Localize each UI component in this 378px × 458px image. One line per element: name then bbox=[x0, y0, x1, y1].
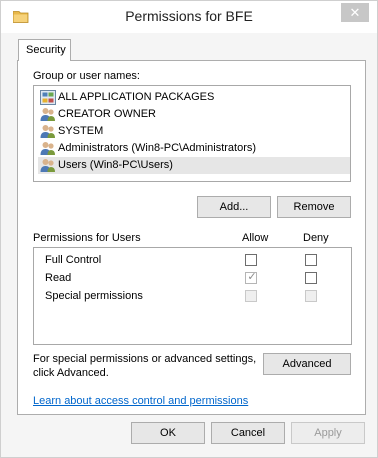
cancel-button[interactable]: Cancel bbox=[211, 422, 285, 444]
users-icon bbox=[40, 142, 55, 155]
list-item-label: CREATOR OWNER bbox=[58, 108, 156, 120]
deny-full-control-checkbox[interactable] bbox=[305, 254, 317, 266]
list-item-label: SYSTEM bbox=[58, 125, 104, 137]
users-icon bbox=[40, 108, 55, 121]
allow-special-permissions-checkbox bbox=[245, 290, 257, 302]
advanced-button[interactable]: Advanced bbox=[263, 353, 351, 375]
group-label: Group or user names: bbox=[33, 70, 140, 82]
packages-icon bbox=[40, 90, 56, 105]
list-item-all-application-packages[interactable]: ALL APPLICATION PACKAGES bbox=[38, 89, 350, 106]
users-icon bbox=[40, 159, 55, 172]
apply-button[interactable]: Apply bbox=[291, 422, 365, 444]
permissions-label: Permissions for Users bbox=[33, 232, 141, 244]
list-item-creator-owner[interactable]: CREATOR OWNER bbox=[38, 106, 350, 123]
permission-name: Special permissions bbox=[45, 290, 143, 302]
list-item-label: Users (Win8-PC\Users) bbox=[58, 159, 173, 171]
group-user-list[interactable]: ALL APPLICATION PACKAGES CREATOR OWNER S… bbox=[33, 85, 351, 182]
list-item-users[interactable]: Users (Win8-PC\Users) bbox=[38, 157, 350, 174]
checkmark-icon: ✓ bbox=[247, 271, 257, 283]
add-button[interactable]: Add... bbox=[197, 196, 271, 218]
list-item-administrators[interactable]: Administrators (Win8-PC\Administrators) bbox=[38, 140, 350, 157]
remove-button[interactable]: Remove bbox=[277, 196, 351, 218]
advanced-hint-line1: For special permissions or advanced sett… bbox=[33, 353, 257, 365]
advanced-hint-line2: click Advanced. bbox=[33, 367, 109, 379]
deny-special-permissions-checkbox bbox=[305, 290, 317, 302]
deny-header: Deny bbox=[303, 232, 329, 244]
permission-name: Full Control bbox=[45, 254, 102, 266]
list-item-label: Administrators (Win8-PC\Administrators) bbox=[58, 142, 257, 154]
allow-read-checkbox[interactable]: ✓ bbox=[245, 271, 257, 284]
users-icon bbox=[40, 125, 55, 138]
list-item-label: ALL APPLICATION PACKAGES bbox=[58, 91, 215, 103]
tab-security-label: Security bbox=[26, 44, 66, 56]
permissions-list: Full Control Read ✓ Special permissions bbox=[33, 247, 352, 345]
allow-header: Allow bbox=[242, 232, 269, 244]
permissions-dialog: Permissions for BFE ✕ Security Group or … bbox=[0, 0, 378, 458]
title-bar[interactable]: Permissions for BFE ✕ bbox=[1, 1, 377, 33]
access-control-help-link[interactable]: Learn about access control and permissio… bbox=[33, 395, 248, 407]
close-button[interactable]: ✕ bbox=[341, 3, 369, 22]
tab-security[interactable]: Security bbox=[18, 39, 71, 61]
ok-button[interactable]: OK bbox=[131, 422, 205, 444]
list-item-system[interactable]: SYSTEM bbox=[38, 123, 350, 140]
allow-full-control-checkbox[interactable] bbox=[245, 254, 257, 266]
permission-name: Read bbox=[45, 272, 72, 284]
deny-read-checkbox[interactable] bbox=[305, 272, 317, 284]
window-title: Permissions for BFE bbox=[125, 8, 253, 24]
